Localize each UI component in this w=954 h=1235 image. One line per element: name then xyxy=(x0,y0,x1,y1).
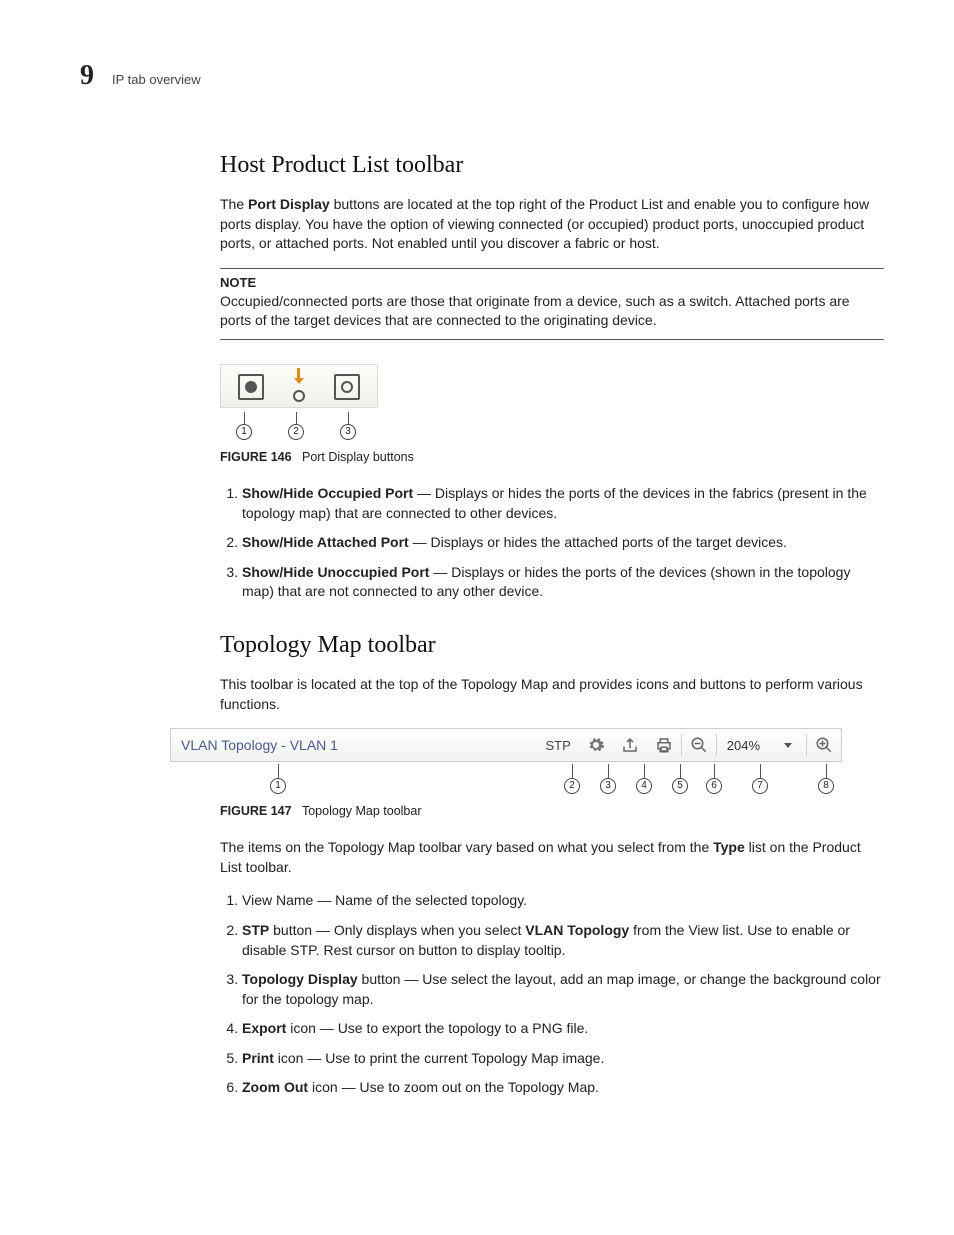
section1-intro: The Port Display buttons are located at … xyxy=(220,195,884,254)
section2-list: View Name — Name of the selected topolog… xyxy=(220,891,884,1098)
section2-intro: This toolbar is located at the top of th… xyxy=(220,675,884,714)
zoom-dropdown[interactable] xyxy=(770,729,806,761)
section-title-host-product-list: Host Product List toolbar xyxy=(220,152,884,179)
figure-147-caption: FIGURE 147 Topology Map toolbar xyxy=(220,804,884,818)
section-title-topology-map: Topology Map toolbar xyxy=(220,632,884,659)
figure-147-topology-map-toolbar: VLAN Topology - VLAN 1 STP 204% xyxy=(170,728,842,762)
unoccupied-port-button[interactable] xyxy=(327,371,367,403)
attached-port-button[interactable] xyxy=(279,371,319,403)
list-item: Show/Hide Occupied Port — Displays or hi… xyxy=(242,484,884,523)
view-name-label: VLAN Topology - VLAN 1 xyxy=(171,737,421,753)
occupied-port-button[interactable] xyxy=(231,371,271,403)
list-item: Zoom Out icon — Use to zoom out on the T… xyxy=(242,1078,884,1098)
section1-list: Show/Hide Occupied Port — Displays or hi… xyxy=(220,484,884,602)
export-button[interactable] xyxy=(613,729,647,761)
list-item: Topology Display button — Use select the… xyxy=(242,970,884,1009)
section2-after-figure: The items on the Topology Map toolbar va… xyxy=(220,838,884,877)
figure-146-caption: FIGURE 146 Port Display buttons xyxy=(220,450,884,464)
list-item: Export icon — Use to export the topology… xyxy=(242,1019,884,1039)
occupied-port-icon xyxy=(238,374,264,400)
attached-port-icon xyxy=(293,372,305,402)
figure-146-callouts: 1 2 3 xyxy=(220,412,884,440)
figure-147-callouts: 1 2 3 4 5 6 7 8 xyxy=(170,764,840,794)
page-header: 9 IP tab overview xyxy=(80,60,884,92)
gear-icon xyxy=(587,736,605,754)
note-label: NOTE xyxy=(220,275,884,290)
list-item: Show/Hide Attached Port — Displays or hi… xyxy=(242,533,884,553)
list-item: Show/Hide Unoccupied Port — Displays or … xyxy=(242,563,884,602)
note-block: NOTE Occupied/connected ports are those … xyxy=(220,268,884,340)
chevron-down-icon xyxy=(784,743,792,748)
zoom-level-text: 204% xyxy=(717,729,770,761)
list-item: View Name — Name of the selected topolog… xyxy=(242,891,884,911)
export-icon xyxy=(621,736,639,754)
list-item: STP button — Only displays when you sele… xyxy=(242,921,884,960)
zoom-out-icon xyxy=(690,736,708,754)
chapter-number: 9 xyxy=(80,60,94,92)
zoom-in-button[interactable] xyxy=(807,729,841,761)
unoccupied-port-icon xyxy=(334,374,360,400)
list-item: Print icon — Use to print the current To… xyxy=(242,1049,884,1069)
print-icon xyxy=(655,736,673,754)
breadcrumb: IP tab overview xyxy=(112,72,201,87)
zoom-out-button[interactable] xyxy=(682,729,716,761)
print-button[interactable] xyxy=(647,729,681,761)
topology-display-button[interactable] xyxy=(579,729,613,761)
zoom-in-icon xyxy=(815,736,833,754)
note-text: Occupied/connected ports are those that … xyxy=(220,292,884,331)
stp-button[interactable]: STP xyxy=(537,729,578,761)
figure-146-port-display-buttons xyxy=(220,364,378,408)
